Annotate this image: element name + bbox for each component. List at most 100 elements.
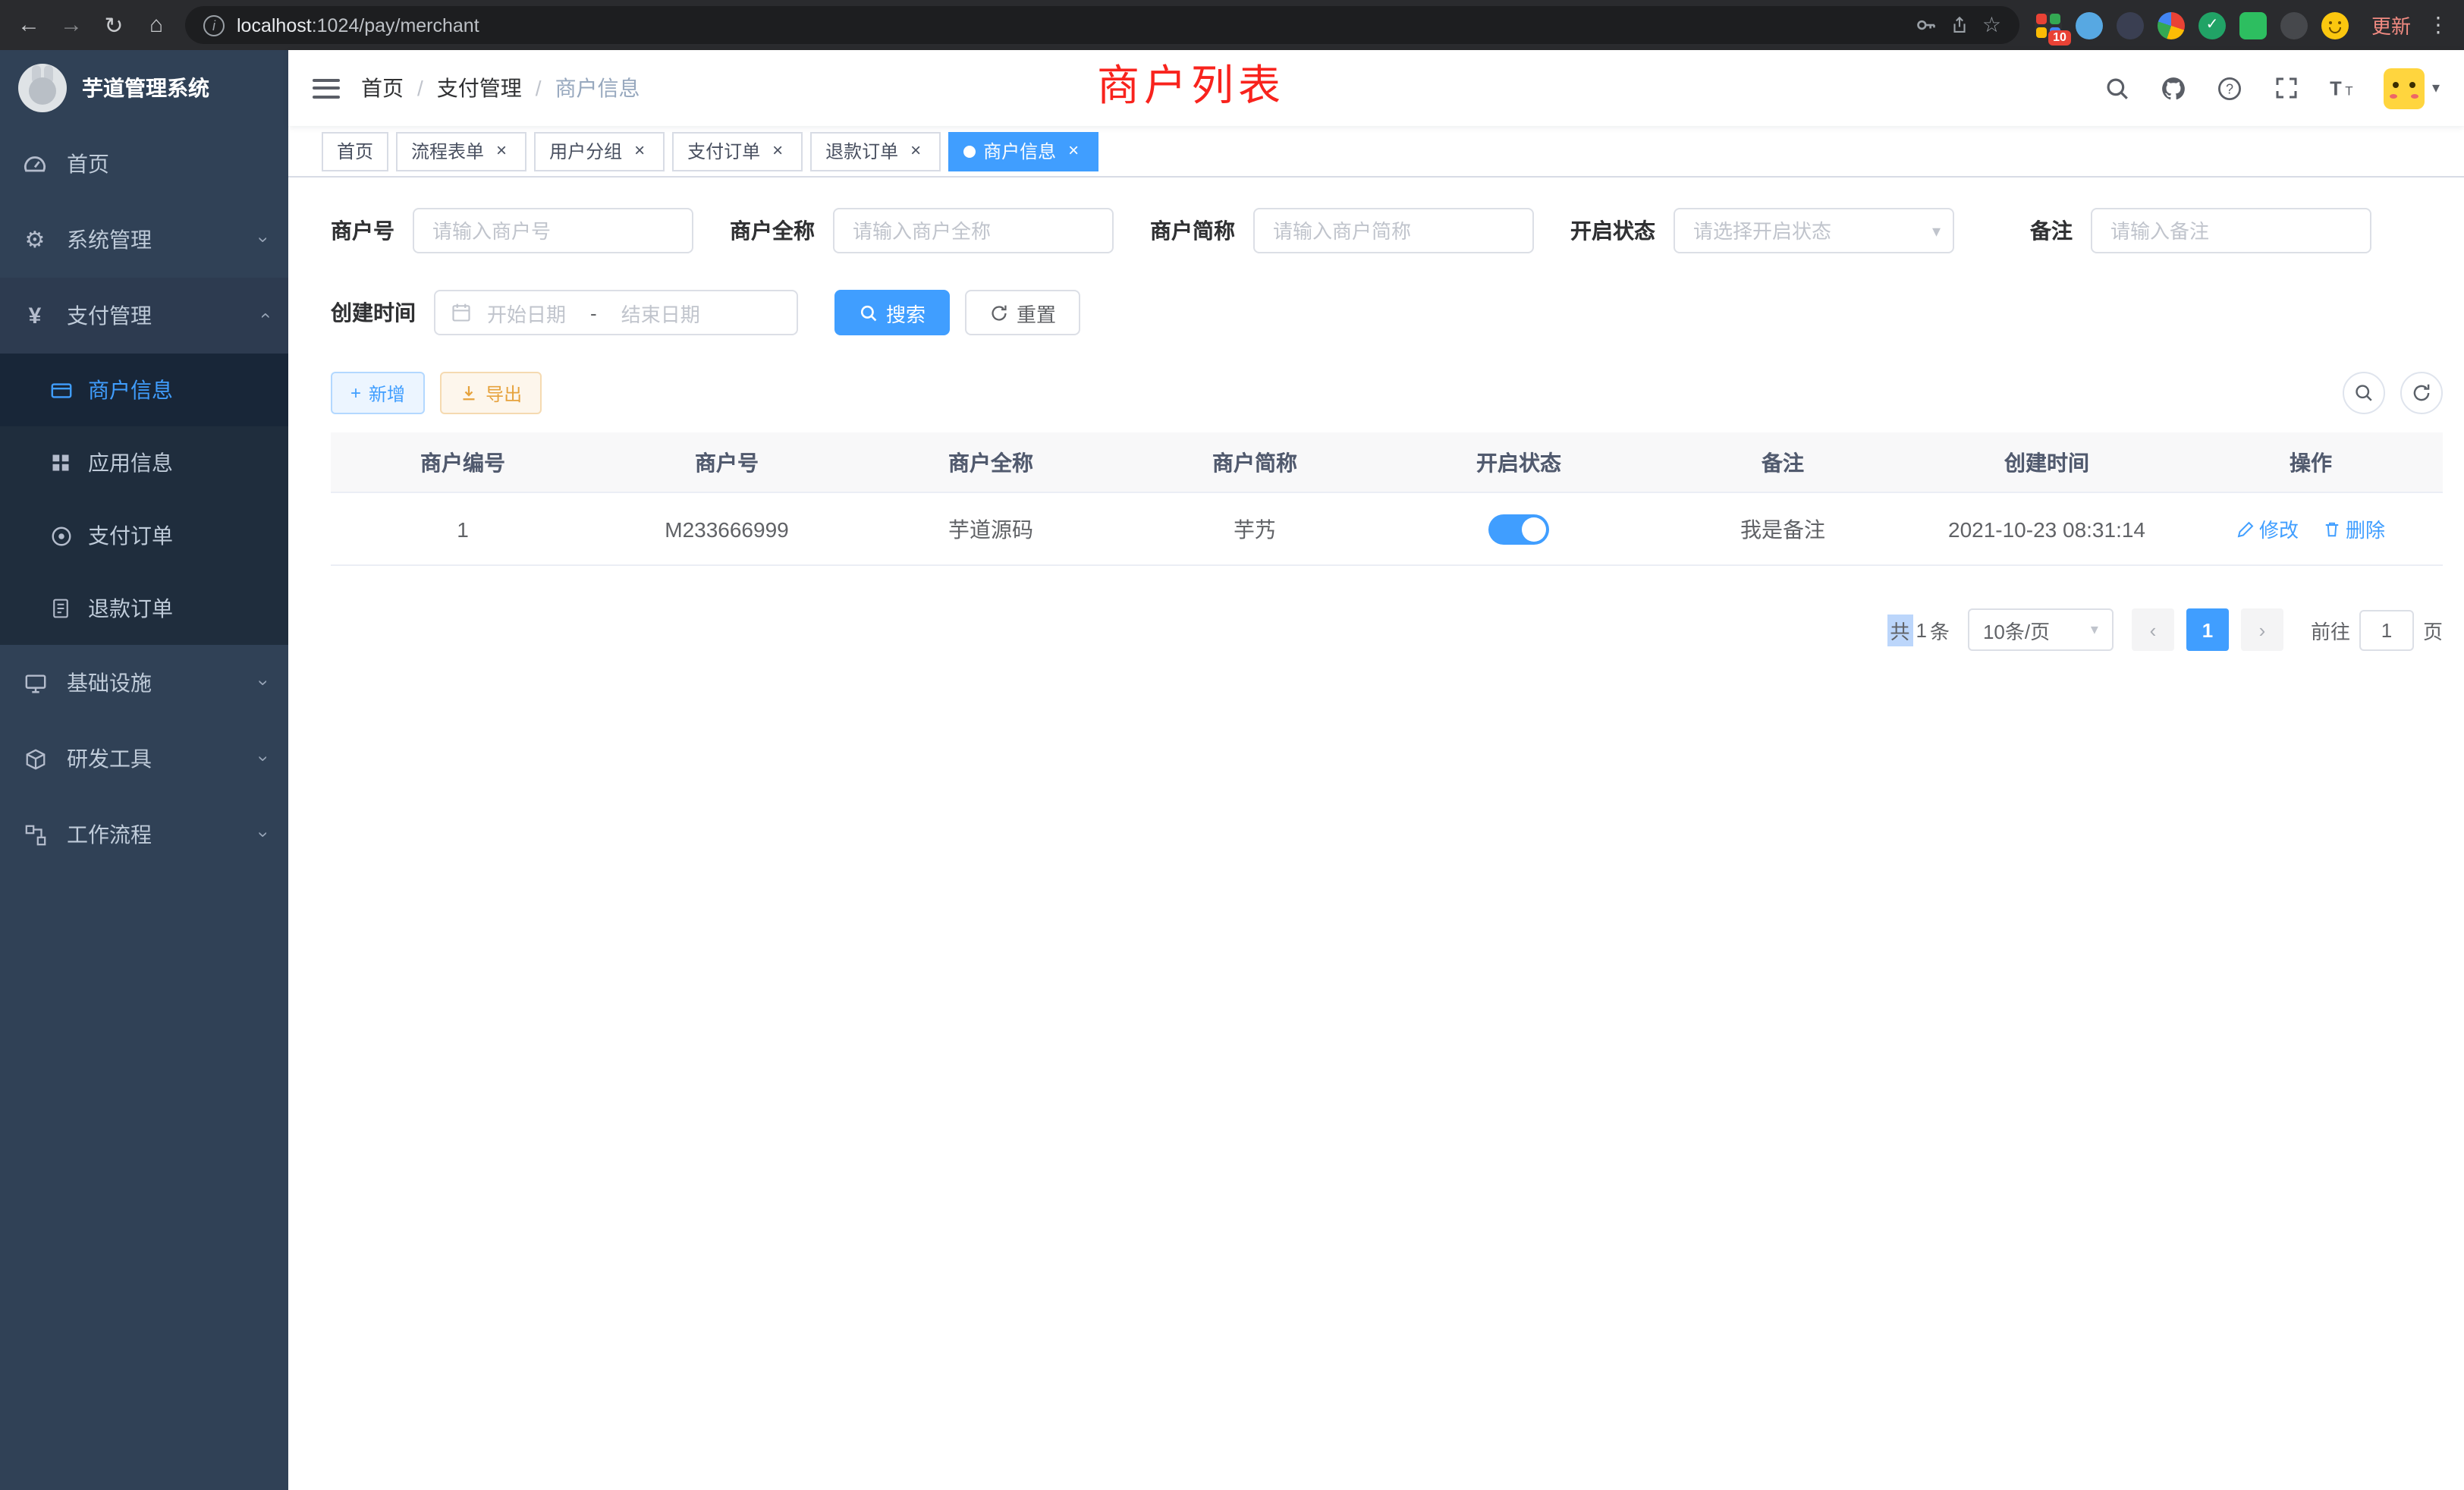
yen-icon: ¥ (21, 303, 49, 328)
svg-text:T: T (2330, 78, 2343, 99)
col-header-short-name: 商户简称 (1123, 447, 1387, 477)
extension-green-square-icon[interactable] (2239, 11, 2267, 39)
filter-merchant-no: 商户号 (331, 208, 693, 253)
sidebar-logo[interactable]: 芋道管理系统 (0, 50, 288, 126)
refresh-icon[interactable] (2400, 372, 2443, 414)
forward-icon[interactable]: → (52, 5, 91, 45)
extension-dark-icon[interactable] (2117, 11, 2144, 39)
extension-green-check-icon[interactable]: ✓ (2198, 11, 2226, 39)
cell-actions: 修改 删除 (2179, 514, 2443, 543)
goto-label: 前往 (2311, 615, 2350, 644)
add-button[interactable]: + 新增 (331, 372, 425, 414)
close-icon[interactable]: × (906, 141, 926, 161)
search-button[interactable]: 搜索 (834, 290, 950, 335)
chevron-down-icon: ▾ (2091, 621, 2098, 638)
pagination-total: 共 1 条 (1887, 614, 1950, 646)
search-icon[interactable] (2103, 73, 2133, 103)
page-1-button[interactable]: 1 (2186, 608, 2229, 651)
tab-process-form[interactable]: 流程表单 × (396, 131, 526, 171)
tab-refund-order[interactable]: 退款订单 × (810, 131, 941, 171)
close-icon[interactable]: × (630, 141, 649, 161)
reload-icon[interactable]: ↻ (94, 5, 134, 45)
font-size-icon[interactable]: TT (2327, 73, 2358, 103)
tab-merchant-info[interactable]: 商户信息 × (948, 131, 1098, 171)
search-button-label: 搜索 (886, 298, 926, 327)
sidebar-item-label: 应用信息 (88, 448, 173, 478)
sidebar-item-workflow[interactable]: 工作流程 › (0, 797, 288, 872)
close-icon[interactable]: × (1064, 141, 1083, 161)
site-info-icon[interactable]: i (203, 14, 225, 36)
page-content: 商户号 商户全称 商户简称 开启状态 (288, 178, 2464, 1490)
col-header-create-time: 创建时间 (1915, 447, 2179, 477)
sidebar-item-label: 基础设施 (67, 668, 152, 698)
password-key-icon[interactable] (1916, 14, 1938, 36)
extension-blue-icon[interactable] (2076, 11, 2103, 39)
extension-puzzle-icon[interactable] (2280, 11, 2308, 39)
browser-toolbar: ← → ↻ ⌂ i localhost:1024/pay/merchant ☆ … (0, 0, 2464, 50)
delete-link[interactable]: 删除 (2323, 514, 2385, 543)
fullscreen-icon[interactable] (2271, 73, 2302, 103)
filter-create-time: 创建时间 开始日期 - 结束日期 (331, 290, 798, 335)
back-icon[interactable]: ← (9, 5, 49, 45)
sidebar-item-refund-order[interactable]: 退款订单 (0, 572, 288, 645)
github-icon[interactable] (2159, 73, 2189, 103)
sidebar-item-merchant-info[interactable]: 商户信息 (0, 354, 288, 426)
breadcrumb-home[interactable]: 首页 (361, 73, 404, 103)
help-icon[interactable]: ? (2215, 73, 2246, 103)
sidebar-item-infrastructure[interactable]: 基础设施 › (0, 645, 288, 721)
breadcrumb-current: 商户信息 (555, 73, 640, 103)
next-page-button[interactable]: › (2241, 608, 2283, 651)
user-avatar[interactable] (2384, 68, 2425, 108)
sidebar-item-devtools[interactable]: 研发工具 › (0, 721, 288, 797)
breadcrumb-payment[interactable]: 支付管理 (437, 73, 522, 103)
close-icon[interactable]: × (768, 141, 787, 161)
date-range-picker[interactable]: 开始日期 - 结束日期 (434, 290, 798, 335)
date-end-placeholder: 结束日期 (621, 298, 700, 327)
reset-button[interactable]: 重置 (965, 290, 1080, 335)
merchant-no-input[interactable] (413, 208, 693, 253)
dashboard-icon (21, 152, 49, 176)
extension-smiley-icon[interactable] (2321, 11, 2349, 39)
avatar-caret-icon[interactable]: ▾ (2432, 80, 2440, 96)
page-size-select[interactable]: 10条/页 ▾ (1968, 608, 2114, 651)
status-toggle[interactable] (1488, 514, 1549, 544)
sidebar-item-app-info[interactable]: 应用信息 (0, 426, 288, 499)
share-icon[interactable] (1950, 15, 1970, 35)
tab-pay-order[interactable]: 支付订单 × (672, 131, 803, 171)
prev-page-button[interactable]: ‹ (2132, 608, 2174, 651)
tab-home[interactable]: 首页 (322, 131, 388, 171)
sidebar-item-home[interactable]: 首页 (0, 126, 288, 202)
hide-search-icon[interactable] (2343, 372, 2385, 414)
merchant-name-input[interactable] (833, 208, 1114, 253)
export-button[interactable]: 导出 (440, 372, 542, 414)
bookmark-star-icon[interactable]: ☆ (1982, 12, 2001, 38)
url-text: localhost:1024/pay/merchant (237, 14, 479, 36)
chevron-down-icon: › (253, 680, 275, 686)
page-buttons: ‹ 1 › (2132, 608, 2283, 651)
remark-input[interactable] (2091, 208, 2371, 253)
filter-label: 商户号 (331, 215, 394, 246)
extension-grid-icon[interactable]: 10 (2035, 11, 2062, 39)
status-select[interactable] (1674, 208, 1954, 253)
goto-page-input[interactable] (2359, 609, 2414, 650)
date-separator: - (590, 301, 597, 324)
close-icon[interactable]: × (492, 141, 511, 161)
address-bar[interactable]: i localhost:1024/pay/merchant ☆ (185, 6, 2019, 44)
sidebar-item-system[interactable]: ⚙ 系统管理 › (0, 202, 288, 278)
chrome-update-button[interactable]: 更新 (2364, 11, 2418, 39)
sidebar-item-label: 工作流程 (67, 819, 152, 850)
hamburger-icon[interactable] (313, 78, 340, 98)
edit-link[interactable]: 修改 (2236, 514, 2299, 543)
tab-user-group[interactable]: 用户分组 × (534, 131, 665, 171)
cell-status (1387, 514, 1651, 544)
sidebar-item-pay-order[interactable]: 支付订单 (0, 499, 288, 572)
extensions-area: 10 ✓ (2035, 11, 2349, 39)
table-row: 1 M233666999 芋道源码 芋艿 我是备注 2021-10-23 08:… (331, 493, 2443, 566)
browser-menu-icon[interactable]: ⋮ (2428, 12, 2449, 38)
payment-submenu: 商户信息 应用信息 支付订单 (0, 354, 288, 645)
sidebar-item-payment[interactable]: ¥ 支付管理 › (0, 278, 288, 354)
extension-colorful-icon[interactable] (2158, 11, 2185, 39)
merchant-short-input[interactable] (1253, 208, 1534, 253)
home-icon[interactable]: ⌂ (137, 5, 176, 45)
cube-icon (21, 747, 49, 770)
